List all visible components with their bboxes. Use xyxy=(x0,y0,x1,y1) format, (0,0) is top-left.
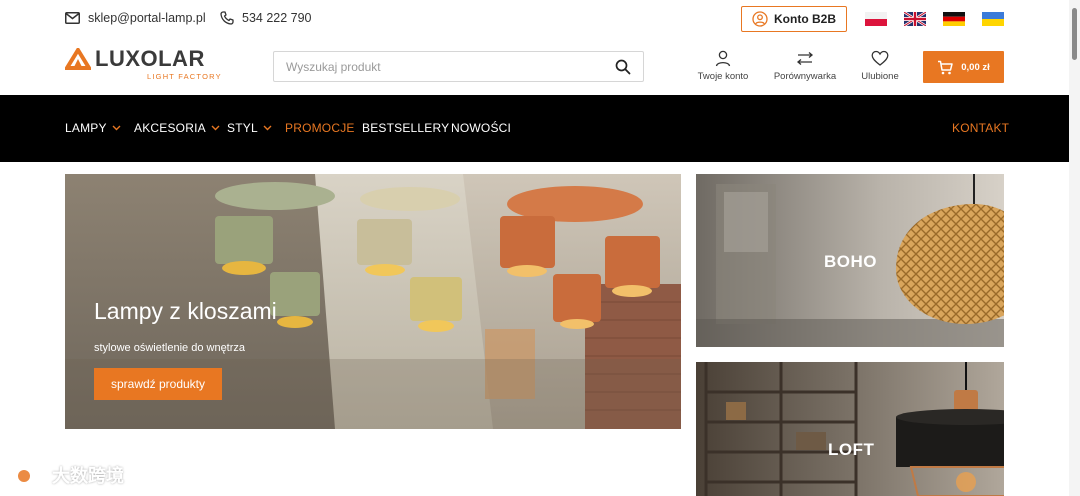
hero-title: Lampy z kloszami xyxy=(94,298,277,324)
nav-item-nowosci[interactable]: NOWOŚCI xyxy=(451,121,511,135)
nav-label: AKCESORIA xyxy=(134,121,206,135)
favorites-label: Ulubione xyxy=(861,71,899,82)
email-text: sklep@portal-lamp.pl xyxy=(88,11,206,25)
cart-icon xyxy=(938,60,953,74)
favorites-link[interactable]: Ulubione xyxy=(842,50,918,82)
compare-link[interactable]: Porównywarka xyxy=(767,50,843,82)
nav-item-promocje[interactable]: PROMOCJE xyxy=(285,121,355,135)
nav-item-akcesoria[interactable]: AKCESORIA xyxy=(134,121,220,135)
top-bar: sklep@portal-lamp.pl 534 222 790 Konto B… xyxy=(0,0,1080,38)
chevron-down-icon xyxy=(112,125,121,131)
page-scrollbar[interactable] xyxy=(1069,0,1080,496)
scrollbar-thumb[interactable] xyxy=(1072,8,1077,60)
pl-flag[interactable] xyxy=(865,12,887,26)
search-box xyxy=(273,51,644,82)
watermark-text: 大数跨境 xyxy=(52,466,124,486)
cart-button[interactable]: 0,00 zł xyxy=(923,51,1004,83)
nav-label: BESTSELLERY xyxy=(362,121,450,135)
compare-icon xyxy=(796,52,814,65)
phone-text: 534 222 790 xyxy=(242,11,312,25)
hero-subtitle: stylowe oświetlenie do wnętrza xyxy=(94,342,246,354)
nav-item-kontakt[interactable]: KONTAKT xyxy=(952,121,1009,135)
nav-label: PROMOCJE xyxy=(285,121,355,135)
de-flag[interactable] xyxy=(943,12,965,26)
boho-label: BOHO xyxy=(824,252,877,271)
chevron-down-icon xyxy=(211,125,220,131)
hero-banner[interactable]: Lampy z kloszami stylowe oświetlenie do … xyxy=(65,174,681,429)
search-input[interactable] xyxy=(286,58,606,76)
email-contact[interactable]: sklep@portal-lamp.pl xyxy=(65,11,206,25)
nav-label: NOWOŚCI xyxy=(451,121,512,135)
cart-total: 0,00 zł xyxy=(961,61,990,73)
b2b-account-button[interactable]: Konto B2B xyxy=(741,6,847,32)
phone-contact[interactable]: 534 222 790 xyxy=(220,11,312,25)
watermark-logo-icon xyxy=(9,461,42,490)
nav-label: KONTAKT xyxy=(952,121,1010,135)
logo-text: LUXOLAR xyxy=(95,46,205,71)
nav-label: LAMPY xyxy=(65,121,107,135)
nav-item-bestsellery[interactable]: BESTSELLERY xyxy=(362,121,449,135)
b2b-label: Konto B2B xyxy=(774,12,836,26)
compare-label: Porównywarka xyxy=(773,71,837,82)
loft-category-tile[interactable]: LOFT xyxy=(696,362,1004,496)
mail-icon xyxy=(65,12,80,24)
nav-item-lampy[interactable]: LAMPY xyxy=(65,121,121,135)
user-circle-icon xyxy=(752,11,768,27)
heart-icon xyxy=(871,50,889,66)
search-icon[interactable] xyxy=(615,59,631,75)
logo-triangle-icon xyxy=(65,48,91,70)
check-products-button[interactable]: sprawdź produkty xyxy=(94,368,222,400)
nav-label: STYL xyxy=(227,121,258,135)
boho-category-tile[interactable]: BOHO xyxy=(696,174,1004,347)
watermark: 大数跨境 xyxy=(8,460,124,490)
loft-label: LOFT xyxy=(828,440,875,459)
account-link[interactable]: Twoje konto xyxy=(685,50,761,82)
en-flag[interactable] xyxy=(904,12,926,26)
main-nav: LAMPY AKCESORIA STYL PROMOCJE BESTSELLER… xyxy=(0,95,1069,162)
nav-item-styl[interactable]: STYL xyxy=(227,121,272,135)
ua-flag[interactable] xyxy=(982,12,1004,26)
loft-image xyxy=(696,362,1004,496)
chevron-down-icon xyxy=(263,125,272,131)
phone-icon xyxy=(220,11,234,25)
account-label: Twoje konto xyxy=(697,71,749,82)
user-icon xyxy=(715,50,731,67)
logo-subtitle: LIGHT FACTORY xyxy=(147,72,222,81)
